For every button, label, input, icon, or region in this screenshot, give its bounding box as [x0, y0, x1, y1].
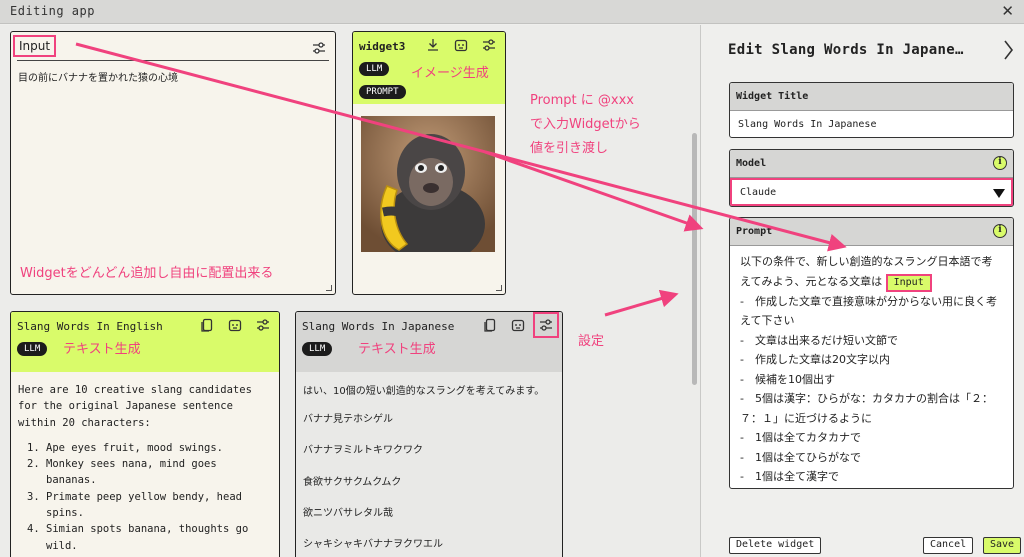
widget-canvas[interactable]: Input 目の前にバナナを置かれた猿の心境 widget3 LLM PROMP…	[0, 25, 700, 557]
annotation-prompt-note: Prompt に @xxx で入力Widgetから 値を引き渡し	[530, 89, 641, 161]
prompt-label-text: Prompt	[736, 226, 773, 237]
llm-tag: LLM	[359, 62, 390, 76]
japanese-widget-name: Slang Words In Japanese	[302, 320, 455, 333]
english-widget-name: Slang Words In English	[17, 320, 163, 333]
english-widget-header: Slang Words In English LLM テキスト生成	[11, 312, 279, 372]
list-item: Primate peep yellow bendy, head spins.	[46, 489, 271, 522]
cancel-button[interactable]: Cancel	[923, 537, 974, 554]
download-icon[interactable]	[425, 37, 441, 53]
resize-handle[interactable]	[326, 285, 332, 291]
english-widget-output: Here are 10 creative slang candidates fo…	[18, 382, 271, 554]
input-widget-text[interactable]: 目の前にバナナを置かれた猿の心境	[18, 69, 178, 84]
model-label: Model i	[730, 150, 1013, 178]
annotation-line: Prompt に @xxx	[530, 93, 634, 108]
edit-panel: Edit Slang Words In Japane… Widget Title…	[700, 25, 1024, 557]
close-icon[interactable]: ✕	[1001, 3, 1014, 19]
canvas-scrollbar[interactable]	[692, 133, 697, 385]
save-button[interactable]: Save	[983, 537, 1022, 554]
prompt-line: - 1個は全てひらがなで	[740, 450, 861, 464]
prompt-intro: 以下の条件で、新しい創造的なスラング日本語で考えてみよう、元となる文章は	[740, 255, 993, 288]
model-select-value: Claude	[740, 187, 777, 198]
widget-title-input[interactable]: Slang Words In Japanese	[730, 111, 1013, 137]
settings-sliders-icon[interactable]	[311, 40, 327, 56]
model-section: Model i Claude	[729, 149, 1014, 207]
widget3-image-widget[interactable]: widget3 LLM PROMPT イメージ生成	[352, 31, 506, 295]
annotation-image-gen: イメージ生成	[411, 66, 489, 81]
input-widget[interactable]: Input 目の前にバナナを置かれた猿の心境	[10, 31, 336, 295]
robot-icon[interactable]	[227, 317, 243, 333]
prompt-line: - 1個は全てカタカナで	[740, 431, 861, 444]
delete-widget-button[interactable]: Delete widget	[729, 537, 822, 554]
window-title: Editing app	[10, 4, 95, 18]
prompt-tag: PROMPT	[359, 85, 406, 99]
prompt-textarea[interactable]: 以下の条件で、新しい創造的なスラング日本語で考えてみよう、元となる文章は Inp…	[730, 246, 1013, 488]
japanese-widget-output: はい、10個の短い創造的なスラングを考えてみます。 バナナ見テホシゲル バナナヲ…	[303, 384, 554, 557]
llm-tag: LLM	[17, 342, 48, 356]
output-list: Ape eyes fruit, mood swings. Monkey sees…	[18, 440, 271, 554]
list-item: バナナ見テホシゲル	[303, 414, 393, 425]
output-intro: はい、10個の短い創造的なスラングを考えてみます。	[303, 386, 545, 397]
prompt-line: - 5個は漢字：ひらがな：カタカナの割合は「２：７：１」に近づけるように	[740, 392, 993, 425]
annotation-widget-note: Widgetをどんどん追加し自由に配置出来る	[20, 266, 274, 281]
widget-title-label: Widget Title	[730, 83, 1013, 111]
llm-tag: LLM	[302, 342, 333, 356]
prompt-line: - 作成した文章で直接意味が分からない用に良く考えて下さい	[740, 294, 997, 328]
annotation-line: で入力Widgetから	[530, 117, 641, 132]
annotation-text-gen: テキスト生成	[358, 342, 436, 357]
widget3-name: widget3	[359, 40, 406, 53]
prompt-label: Prompt i	[730, 218, 1013, 246]
output-intro: Here are 10 creative slang candidates fo…	[18, 384, 252, 429]
panel-title: Edit Slang Words In Japane…	[728, 42, 964, 58]
settings-sliders-icon[interactable]	[255, 317, 271, 333]
list-item: Ape eyes fruit, mood swings.	[46, 440, 271, 456]
list-item: シャキシャキバナナヲクワエル	[303, 539, 443, 551]
list-item: バナナヲミルトキワクワク	[303, 445, 423, 457]
info-icon[interactable]: i	[993, 224, 1007, 238]
annotation-settings: 設定	[578, 334, 605, 349]
prompt-line: - 1個は全て漢字で	[740, 470, 839, 483]
info-icon[interactable]: i	[993, 156, 1007, 170]
window-titlebar: Editing app ✕	[0, 0, 1024, 24]
japanese-widget-header: Slang Words In Japanese LLM テキスト生成	[296, 312, 562, 372]
robot-icon[interactable]	[510, 317, 526, 333]
input-reference-chip[interactable]: Input	[885, 273, 932, 292]
annotation-text-gen: テキスト生成	[63, 342, 141, 357]
list-item: Monkey sees nana, mind goes bananas.	[46, 456, 271, 489]
list-item: 食欲サクサクムクムク	[303, 476, 402, 488]
slang-japanese-widget[interactable]: Slang Words In Japanese LLM テキスト生成 はい、10…	[295, 311, 563, 557]
copy-icon[interactable]	[482, 317, 498, 333]
widget-title-section: Widget Title Slang Words In Japanese	[729, 82, 1014, 138]
slang-english-widget[interactable]: Slang Words In English LLM テキスト生成 Here a…	[10, 311, 280, 557]
settings-sliders-icon[interactable]	[481, 37, 497, 53]
prompt-line: - 候補を10個出す	[740, 372, 835, 386]
chevron-right-icon[interactable]	[1003, 39, 1014, 61]
copy-icon[interactable]	[199, 317, 215, 333]
model-select[interactable]: Claude	[730, 178, 1013, 206]
prompt-section: Prompt i 以下の条件で、新しい創造的なスラング日本語で考えてみよう、元とな…	[729, 217, 1014, 489]
settings-sliders-icon[interactable]	[533, 312, 559, 338]
prompt-line: - 文章は出来るだけ短い文節で	[740, 333, 898, 347]
monkey-banana-image	[361, 116, 495, 252]
input-widget-label: Input	[13, 35, 57, 57]
robot-icon[interactable]	[453, 37, 469, 53]
divider	[17, 60, 329, 61]
annotation-line: 値を引き渡し	[530, 141, 609, 156]
dropdown-triangle-icon	[993, 189, 1005, 198]
model-label-text: Model	[736, 158, 767, 169]
prompt-line: - 作成した文章は20文字以内	[740, 353, 890, 366]
resize-handle[interactable]	[496, 285, 502, 291]
list-item: 欲ニツバサレタル哉	[303, 507, 393, 519]
list-item: Simian spots banana, thoughts go wild.	[46, 521, 271, 554]
